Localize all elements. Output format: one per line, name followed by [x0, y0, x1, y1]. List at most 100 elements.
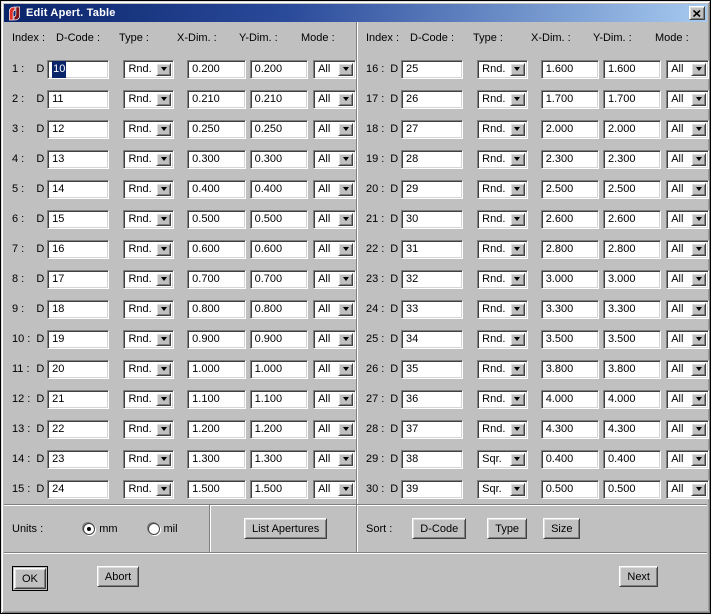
dcode-input[interactable]: 15	[47, 210, 109, 229]
type-dropdown[interactable]: Rnd.	[123, 300, 174, 319]
type-dropdown[interactable]: Rnd.	[123, 270, 174, 289]
chevron-down-icon[interactable]	[338, 63, 353, 76]
chevron-down-icon[interactable]	[510, 273, 525, 286]
mode-dropdown[interactable]: All	[313, 210, 356, 229]
ydim-input[interactable]: 0.900	[250, 330, 308, 349]
ydim-input[interactable]: 0.600	[250, 240, 308, 259]
type-dropdown[interactable]: Rnd.	[123, 480, 174, 499]
chevron-down-icon[interactable]	[338, 333, 353, 346]
chevron-down-icon[interactable]	[691, 123, 706, 136]
mode-dropdown[interactable]: All	[313, 330, 356, 349]
xdim-input[interactable]: 1.100	[187, 390, 245, 409]
dcode-input[interactable]: 11	[47, 90, 109, 109]
chevron-down-icon[interactable]	[510, 63, 525, 76]
mode-dropdown[interactable]: All	[313, 90, 356, 109]
ydim-input[interactable]: 0.250	[250, 120, 308, 139]
chevron-down-icon[interactable]	[691, 153, 706, 166]
chevron-down-icon[interactable]	[691, 93, 706, 106]
chevron-down-icon[interactable]	[156, 123, 171, 136]
xdim-input[interactable]: 0.600	[187, 240, 245, 259]
chevron-down-icon[interactable]	[510, 303, 525, 316]
ydim-input[interactable]: 0.200	[250, 60, 308, 79]
chevron-down-icon[interactable]	[691, 363, 706, 376]
dcode-input[interactable]: 20	[47, 360, 109, 379]
chevron-down-icon[interactable]	[510, 453, 525, 466]
dcode-input[interactable]: 26	[401, 90, 463, 109]
chevron-down-icon[interactable]	[691, 63, 706, 76]
chevron-down-icon[interactable]	[510, 153, 525, 166]
type-dropdown[interactable]: Rnd.	[477, 330, 528, 349]
xdim-input[interactable]: 2.000	[541, 120, 599, 139]
xdim-input[interactable]: 0.700	[187, 270, 245, 289]
chevron-down-icon[interactable]	[691, 453, 706, 466]
chevron-down-icon[interactable]	[691, 273, 706, 286]
xdim-input[interactable]: 0.400	[187, 180, 245, 199]
titlebar[interactable]: Edit Apert. Table	[4, 4, 707, 22]
xdim-input[interactable]: 0.900	[187, 330, 245, 349]
xdim-input[interactable]: 4.000	[541, 390, 599, 409]
chevron-down-icon[interactable]	[691, 183, 706, 196]
ydim-input[interactable]: 1.600	[603, 60, 661, 79]
mode-dropdown[interactable]: All	[313, 480, 356, 499]
chevron-down-icon[interactable]	[338, 213, 353, 226]
ydim-input[interactable]: 0.500	[250, 210, 308, 229]
dcode-input[interactable]: 14	[47, 180, 109, 199]
chevron-down-icon[interactable]	[691, 333, 706, 346]
mode-dropdown[interactable]: All	[313, 60, 356, 79]
mode-dropdown[interactable]: All	[313, 300, 356, 319]
mode-dropdown[interactable]: All	[666, 180, 709, 199]
mode-dropdown[interactable]: All	[313, 150, 356, 169]
radio-mil-label[interactable]: mil	[164, 523, 178, 535]
mode-dropdown[interactable]: All	[666, 420, 709, 439]
mode-dropdown[interactable]: All	[666, 270, 709, 289]
dcode-input[interactable]: 21	[47, 390, 109, 409]
chevron-down-icon[interactable]	[338, 273, 353, 286]
ydim-input[interactable]: 0.400	[603, 450, 661, 469]
type-dropdown[interactable]: Rnd.	[477, 240, 528, 259]
ydim-input[interactable]: 1.200	[250, 420, 308, 439]
type-dropdown[interactable]: Rnd.	[123, 390, 174, 409]
chevron-down-icon[interactable]	[338, 123, 353, 136]
dcode-input[interactable]: 34	[401, 330, 463, 349]
sort-by-type-button[interactable]: Type	[487, 518, 527, 539]
type-dropdown[interactable]: Rnd.	[123, 210, 174, 229]
chevron-down-icon[interactable]	[510, 243, 525, 256]
xdim-input[interactable]: 0.200	[187, 60, 245, 79]
xdim-input[interactable]: 2.600	[541, 210, 599, 229]
xdim-input[interactable]: 2.300	[541, 150, 599, 169]
type-dropdown[interactable]: Sqr.	[477, 480, 528, 499]
type-dropdown[interactable]: Rnd.	[477, 360, 528, 379]
xdim-input[interactable]: 0.500	[541, 480, 599, 499]
dcode-input[interactable]: 33	[401, 300, 463, 319]
ydim-input[interactable]: 3.000	[603, 270, 661, 289]
sort-by-size-button[interactable]: Size	[543, 518, 580, 539]
ydim-input[interactable]: 2.800	[603, 240, 661, 259]
xdim-input[interactable]: 1.300	[187, 450, 245, 469]
dcode-input[interactable]: 27	[401, 120, 463, 139]
mode-dropdown[interactable]: All	[313, 120, 356, 139]
ydim-input[interactable]: 0.500	[603, 480, 661, 499]
dcode-input[interactable]: 12	[47, 120, 109, 139]
chevron-down-icon[interactable]	[691, 483, 706, 496]
type-dropdown[interactable]: Rnd.	[477, 120, 528, 139]
chevron-down-icon[interactable]	[156, 453, 171, 466]
type-dropdown[interactable]: Rnd.	[477, 60, 528, 79]
type-dropdown[interactable]: Rnd.	[123, 420, 174, 439]
ydim-input[interactable]: 4.000	[603, 390, 661, 409]
chevron-down-icon[interactable]	[156, 303, 171, 316]
chevron-down-icon[interactable]	[156, 273, 171, 286]
radio-mm-label[interactable]: mm	[99, 523, 117, 535]
mode-dropdown[interactable]: All	[666, 360, 709, 379]
xdim-input[interactable]: 0.400	[541, 450, 599, 469]
type-dropdown[interactable]: Rnd.	[477, 210, 528, 229]
type-dropdown[interactable]: Rnd.	[477, 390, 528, 409]
dcode-input[interactable]: 36	[401, 390, 463, 409]
list-apertures-button[interactable]: List Apertures	[244, 518, 327, 539]
ydim-input[interactable]: 2.300	[603, 150, 661, 169]
mode-dropdown[interactable]: All	[313, 450, 356, 469]
mode-dropdown[interactable]: All	[313, 180, 356, 199]
ydim-input[interactable]: 3.300	[603, 300, 661, 319]
mode-dropdown[interactable]: All	[313, 240, 356, 259]
xdim-input[interactable]: 3.000	[541, 270, 599, 289]
mode-dropdown[interactable]: All	[666, 480, 709, 499]
